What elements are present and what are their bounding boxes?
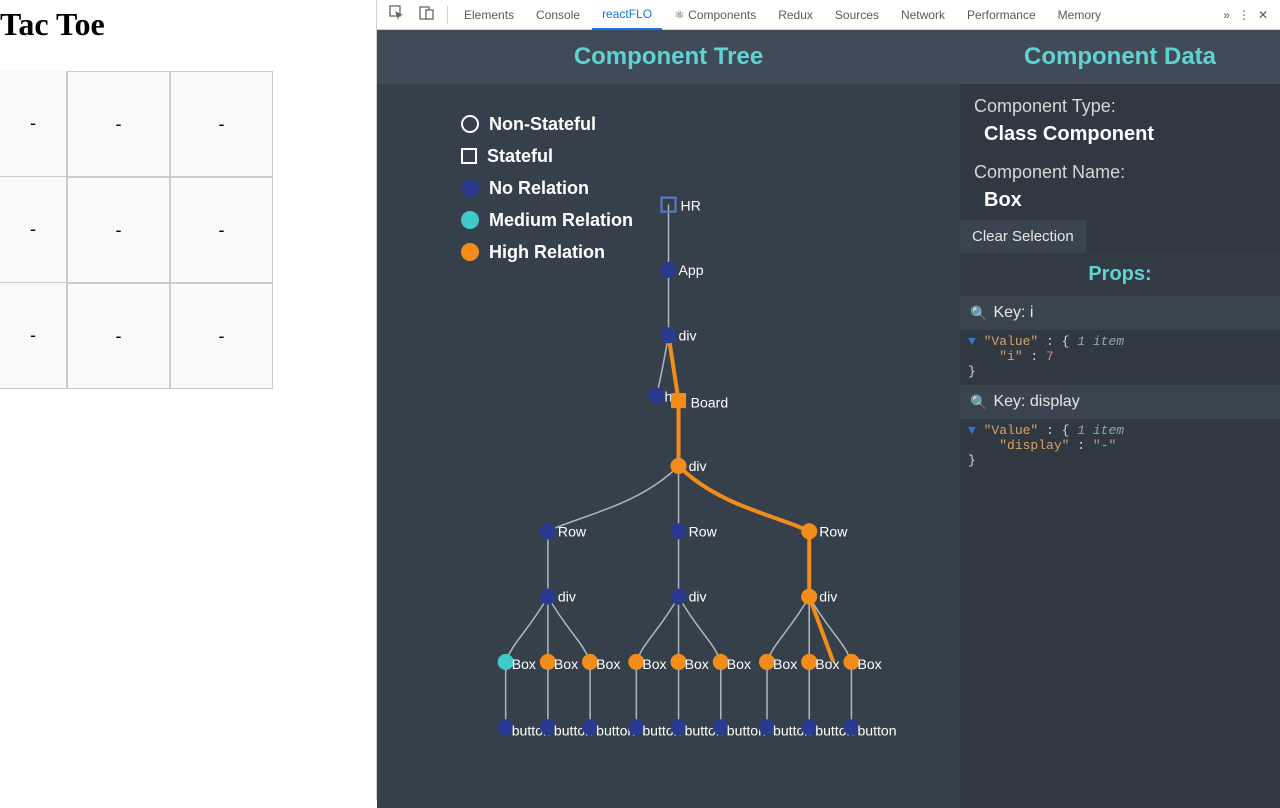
- legend-label: High Relation: [489, 242, 605, 263]
- svg-text:div: div: [679, 327, 697, 343]
- tab-memory[interactable]: Memory: [1048, 0, 1111, 30]
- svg-text:Board: Board: [691, 395, 729, 411]
- svg-text:Box: Box: [685, 656, 709, 672]
- svg-text:div: div: [689, 458, 707, 474]
- prop-key-row[interactable]: 🔍 Key: i: [960, 296, 1280, 330]
- app-page: Tac Toe - - - - - - - - -: [0, 0, 376, 800]
- devtools-tabbar: Elements Console reactFLO ⚛ Components R…: [377, 0, 1280, 30]
- device-toggle-icon[interactable]: [413, 5, 441, 24]
- svg-text:button: button: [857, 722, 896, 738]
- component-name-label: Component Name:: [974, 162, 1266, 183]
- tab-performance[interactable]: Performance: [957, 0, 1046, 30]
- prop-key-label: Key: display: [993, 393, 1079, 411]
- grid-cell[interactable]: -: [67, 71, 170, 177]
- tab-elements[interactable]: Elements: [454, 0, 524, 30]
- json-viewer[interactable]: ▼ "Value" : { 1 item "i" : 7 }: [960, 330, 1280, 385]
- svg-text:div: div: [558, 589, 576, 605]
- inspect-icon[interactable]: [383, 5, 411, 24]
- tab-overflow: » ⋮ ✕: [1223, 8, 1274, 22]
- svg-text:Box: Box: [596, 656, 620, 672]
- tab-redux[interactable]: Redux: [768, 0, 823, 30]
- legend-high-icon: [461, 243, 479, 261]
- tab-components[interactable]: ⚛ Components: [664, 0, 766, 30]
- grid-cell[interactable]: -: [170, 177, 273, 283]
- prop-key-label: Key: i: [993, 304, 1033, 322]
- svg-text:App: App: [679, 262, 704, 278]
- svg-text:HR: HR: [681, 198, 701, 214]
- clear-selection-button[interactable]: Clear Selection: [960, 220, 1086, 253]
- search-icon: 🔍: [970, 394, 987, 411]
- legend-norelation-icon: [461, 179, 479, 197]
- page-title: Tac Toe: [0, 0, 376, 43]
- divider: [447, 6, 448, 24]
- json-viewer[interactable]: ▼ "Value" : { 1 item "display" : "-" }: [960, 419, 1280, 474]
- component-data-pane: Component Data Component Type: Class Com…: [960, 30, 1280, 808]
- devtools-panel: Elements Console reactFLO ⚛ Components R…: [376, 0, 1280, 800]
- grid-cell[interactable]: -: [0, 71, 67, 177]
- svg-text:Box: Box: [512, 656, 536, 672]
- search-icon: 🔍: [970, 305, 987, 322]
- tab-sources[interactable]: Sources: [825, 0, 889, 30]
- svg-text:Row: Row: [819, 523, 848, 539]
- svg-text:Box: Box: [554, 656, 578, 672]
- prop-key-row[interactable]: 🔍 Key: display: [960, 385, 1280, 419]
- props-header: Props:: [960, 253, 1280, 296]
- svg-text:Row: Row: [689, 523, 718, 539]
- kebab-icon[interactable]: ⋮: [1238, 8, 1250, 22]
- reactflo-panel: Component Tree Non-Stateful Stateful No …: [377, 30, 1280, 808]
- tictactoe-grid: - - - - - - - - -: [0, 71, 376, 389]
- svg-text:div: div: [819, 589, 837, 605]
- component-type-label: Component Type:: [974, 96, 1266, 117]
- tab-reactflo[interactable]: reactFLO: [592, 0, 662, 30]
- legend: Non-Stateful Stateful No Relation Medium…: [461, 108, 633, 268]
- tab-console[interactable]: Console: [526, 0, 590, 30]
- component-name-value: Box: [984, 189, 1266, 212]
- grid-cell[interactable]: -: [170, 71, 273, 177]
- legend-medium-icon: [461, 211, 479, 229]
- prop-block: 🔍 Key: display ▼ "Value" : { 1 item "dis…: [960, 385, 1280, 474]
- data-header: Component Data: [960, 30, 1280, 84]
- component-type-value: Class Component: [984, 123, 1266, 146]
- grid-cell[interactable]: -: [0, 177, 67, 283]
- legend-nonstateful-icon: [461, 115, 479, 133]
- svg-text:Box: Box: [773, 656, 797, 672]
- prop-block: 🔍 Key: i ▼ "Value" : { 1 item "i" : 7 }: [960, 296, 1280, 385]
- legend-label: No Relation: [489, 178, 589, 199]
- grid-cell[interactable]: -: [67, 283, 170, 389]
- tree-header: Component Tree: [377, 30, 960, 84]
- legend-label: Non-Stateful: [489, 114, 596, 135]
- svg-text:Box: Box: [815, 656, 839, 672]
- svg-text:Row: Row: [558, 523, 587, 539]
- grid-cell[interactable]: -: [0, 283, 67, 389]
- grid-cell[interactable]: -: [67, 177, 170, 283]
- svg-text:div: div: [689, 589, 707, 605]
- svg-text:Box: Box: [642, 656, 666, 672]
- legend-label: Medium Relation: [489, 210, 633, 231]
- component-tree-pane: Component Tree Non-Stateful Stateful No …: [377, 30, 960, 808]
- more-tabs-icon[interactable]: »: [1223, 8, 1230, 22]
- svg-text:Box: Box: [727, 656, 751, 672]
- tab-network[interactable]: Network: [891, 0, 955, 30]
- svg-text:Box: Box: [857, 656, 881, 672]
- legend-stateful-icon: [461, 148, 477, 164]
- close-icon[interactable]: ✕: [1258, 8, 1268, 22]
- grid-cell[interactable]: -: [170, 283, 273, 389]
- legend-label: Stateful: [487, 146, 553, 167]
